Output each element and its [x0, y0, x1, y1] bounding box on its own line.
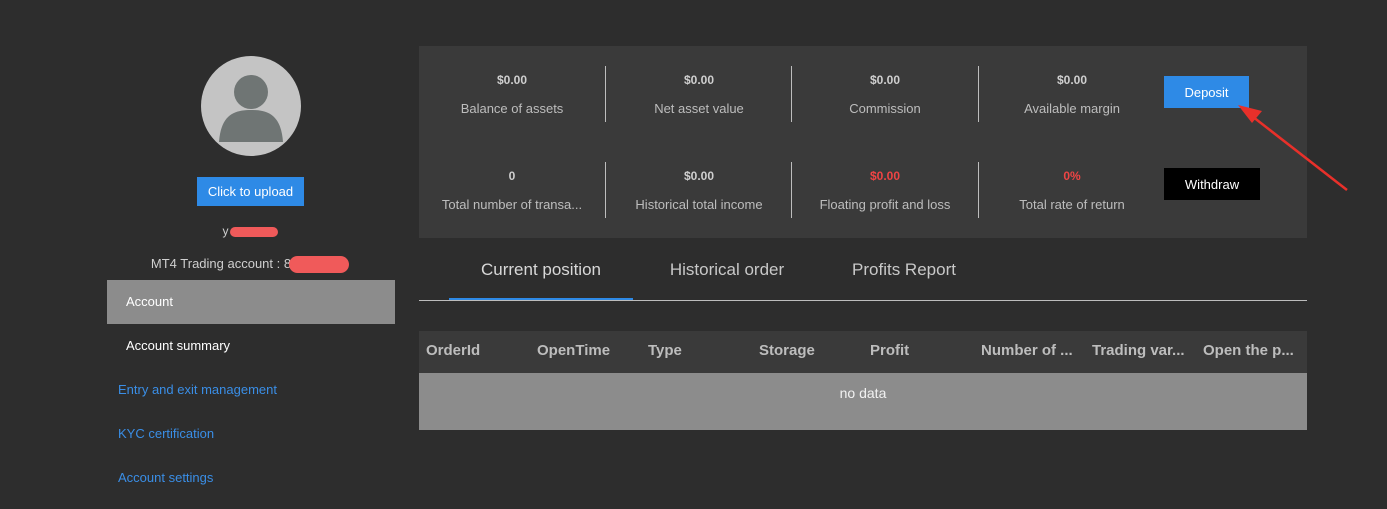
column-header-storage[interactable]: Storage — [752, 331, 863, 373]
sidebar-item-account[interactable]: Account — [107, 280, 395, 324]
column-header-open-price[interactable]: Open the p... — [1196, 331, 1307, 373]
column-header-orderid[interactable]: OrderId — [419, 331, 530, 373]
stat-value: 0% — [1063, 169, 1081, 183]
stat-value: $0.00 — [496, 73, 528, 87]
table-body: no data — [419, 373, 1307, 430]
tab-historical-order[interactable]: Historical order — [651, 258, 803, 300]
column-header-trading-variety[interactable]: Trading var... — [1085, 331, 1196, 373]
stat-commission: $0.00 Commission — [792, 73, 978, 116]
upload-avatar-button[interactable]: Click to upload — [197, 177, 304, 206]
stat-value: 0 — [508, 169, 516, 183]
stat-label: Total rate of return — [1019, 197, 1125, 212]
sidebar-item-entry-exit[interactable]: Entry and exit management — [107, 368, 395, 412]
stat-label: Floating profit and loss — [819, 197, 951, 212]
username-redaction — [229, 226, 278, 237]
stat-net-asset: $0.00 Net asset value — [606, 73, 792, 116]
username: y — [200, 224, 300, 238]
stat-label: Available margin — [1024, 101, 1120, 116]
column-header-number[interactable]: Number of ... — [974, 331, 1085, 373]
stat-label: Historical total income — [635, 197, 763, 212]
stat-label: Net asset value — [654, 101, 744, 116]
sidebar-item-kyc[interactable]: KYC certification — [107, 412, 395, 456]
stat-balance: $0.00 Balance of assets — [419, 73, 605, 116]
tabs-divider — [419, 300, 1307, 301]
stat-label: Commission — [849, 101, 921, 116]
stat-total-return: 0% Total rate of return — [979, 169, 1165, 212]
column-header-opentime[interactable]: OpenTime — [530, 331, 641, 373]
stat-floating-pl: $0.00 Floating profit and loss — [792, 169, 978, 212]
tab-profits-report[interactable]: Profits Report — [836, 258, 972, 300]
stat-label: Balance of assets — [460, 101, 564, 116]
column-header-profit[interactable]: Profit — [863, 331, 974, 373]
mt4-account-label: MT4 Trading account : 8 — [120, 256, 380, 274]
stat-historical-income: $0.00 Historical total income — [606, 169, 792, 212]
sidebar-item-account-summary[interactable]: Account summary — [107, 324, 395, 368]
sidebar-item-account-settings[interactable]: Account settings — [107, 456, 395, 500]
annotation-arrow-icon — [1238, 105, 1348, 191]
stat-value: $0.00 — [683, 169, 715, 183]
table-header: OrderId OpenTime Type Storage Profit Num… — [419, 331, 1307, 373]
user-silhouette-icon — [219, 75, 283, 142]
stat-value: $0.00 — [869, 169, 901, 183]
stat-value: $0.00 — [869, 73, 901, 87]
stat-total-transactions: 0 Total number of transa... — [419, 169, 605, 212]
stat-label: Total number of transa... — [441, 197, 583, 212]
empty-state-text: no data — [839, 385, 887, 401]
avatar[interactable] — [201, 56, 301, 156]
account-number-redaction — [289, 256, 350, 274]
stat-value: $0.00 — [683, 73, 715, 87]
stat-value: $0.00 — [1056, 73, 1088, 87]
stat-available-margin: $0.00 Available margin — [979, 73, 1165, 116]
column-header-type[interactable]: Type — [641, 331, 752, 373]
tab-current-position[interactable]: Current position — [449, 258, 633, 300]
